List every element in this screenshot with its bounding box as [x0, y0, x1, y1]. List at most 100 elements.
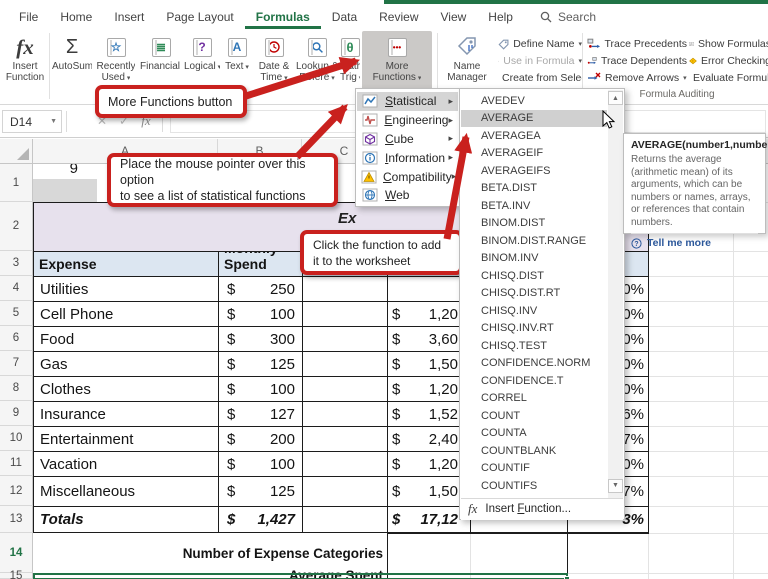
cell-totals-monthly[interactable]: $1,427	[218, 506, 303, 534]
ribbon-button-autosum[interactable]: ΣAutoSum ▾	[52, 31, 92, 99]
menu-item-engineering[interactable]: Engineering▸	[357, 111, 458, 130]
menu-item-web[interactable]: Web	[357, 186, 458, 205]
function-item-countifs[interactable]: COUNTIFS	[461, 477, 607, 495]
function-item-countif[interactable]: COUNTIF	[461, 460, 607, 478]
tab-page-layout[interactable]: Page Layout	[155, 6, 244, 29]
ribbon-button-date-&-time[interactable]: Date &Time ▾	[254, 31, 294, 99]
header-cell-monthly-spend[interactable]: MonthlySpend	[218, 251, 303, 277]
row-header-14[interactable]: 14	[0, 533, 33, 573]
cell-percent-of-total[interactable]	[302, 376, 388, 402]
ribbon-item-define-name[interactable]: Define Name▾	[498, 36, 582, 52]
cell-percent-of-total[interactable]	[302, 276, 388, 302]
ribbon-item-trace-precedents[interactable]: Trace Precedents	[587, 36, 687, 52]
ribbon-item-error-checking[interactable]: !Error Checking	[689, 53, 768, 69]
row-header-15[interactable]: 15	[0, 573, 33, 579]
ribbon-item-create-from-selection[interactable]: Create from Selection	[498, 70, 582, 86]
menu-item-statistical[interactable]: Statistical▸	[357, 92, 458, 111]
function-item-averageif[interactable]: AVERAGEIF	[461, 145, 607, 163]
menu-item-compatibility[interactable]: Compatibility▸	[357, 167, 458, 186]
function-item-chisq.dist[interactable]: CHISQ.DIST	[461, 267, 607, 285]
function-item-countblank[interactable]: COUNTBLANK	[461, 442, 607, 460]
row-header-8[interactable]: 8	[0, 376, 33, 401]
cell-percent-of-total[interactable]	[302, 426, 388, 452]
tab-data[interactable]: Data	[321, 6, 368, 29]
cell-monthly-spend[interactable]: $125	[218, 351, 303, 377]
function-item-chisq.inv[interactable]: CHISQ.INV	[461, 302, 607, 320]
row-header-1[interactable]: 1	[0, 164, 33, 202]
row-header-4[interactable]: 4	[0, 276, 33, 301]
cell-expense-name[interactable]: Food	[33, 326, 219, 352]
menu-item-insert-function[interactable]: fxInsert Function...	[461, 498, 623, 520]
tab-view[interactable]: View	[430, 6, 478, 29]
cell-monthly-spend[interactable]: $125	[218, 476, 303, 507]
sheet-corner[interactable]	[0, 139, 33, 164]
function-item-beta.dist[interactable]: BETA.DIST	[461, 180, 607, 198]
cell-hidden[interactable]	[302, 506, 388, 534]
function-item-binom.dist.range[interactable]: BINOM.DIST.RANGE	[461, 232, 607, 250]
function-item-count[interactable]: COUNT	[461, 407, 607, 425]
menu-item-information[interactable]: Information▸	[357, 148, 458, 167]
cell-summary-label-13[interactable]: Number of Expense Categories	[33, 533, 388, 573]
cell-totals-label[interactable]: Totals	[33, 506, 219, 534]
tell-me-more-link[interactable]: ? Tell me more	[631, 237, 758, 249]
scroll-down-button[interactable]: ▼	[608, 479, 623, 493]
ribbon-button-insert-function[interactable]: fxInsertFunction	[3, 31, 47, 99]
cell-percent-of-total[interactable]	[302, 326, 388, 352]
search-input[interactable]: Search	[540, 10, 596, 29]
scrollbar-track[interactable]	[608, 90, 623, 498]
cell-monthly-spend[interactable]: $200	[218, 426, 303, 452]
function-item-binom.dist[interactable]: BINOM.DIST	[461, 215, 607, 233]
function-item-chisq.test[interactable]: CHISQ.TEST	[461, 337, 607, 355]
function-item-confidence.t[interactable]: CONFIDENCE.T	[461, 372, 607, 390]
cell-percent-of-total[interactable]	[302, 301, 388, 327]
ribbon-item-evaluate-formula[interactable]: fxEvaluate Formula	[689, 70, 768, 86]
chevron-down-icon[interactable]: ▼	[50, 118, 57, 125]
function-item-beta.inv[interactable]: BETA.INV	[461, 197, 607, 215]
ribbon-item-trace-dependents[interactable]: Trace Dependents	[587, 53, 687, 69]
cell-percent-of-total[interactable]	[302, 401, 388, 427]
cell-expense-name[interactable]: Gas	[33, 351, 219, 377]
ribbon-item-use-in-formula[interactable]: Use in Formula▾	[498, 53, 582, 69]
tab-file[interactable]: File	[8, 6, 49, 29]
cell-expense-name[interactable]: Cell Phone	[33, 301, 219, 327]
cell-expense-name[interactable]: Entertainment	[33, 426, 219, 452]
row-header-12[interactable]: 12	[0, 476, 33, 506]
function-item-binom.inv[interactable]: BINOM.INV	[461, 250, 607, 268]
row-header-5[interactable]: 5	[0, 301, 33, 326]
function-item-chisq.dist.rt[interactable]: CHISQ.DIST.RT	[461, 285, 607, 303]
row-header-6[interactable]: 6	[0, 326, 33, 351]
ribbon-item-remove-arrows[interactable]: Remove Arrows▾	[587, 70, 687, 86]
cell-monthly-spend[interactable]: $300	[218, 326, 303, 352]
ribbon-button-lookup-&-refere[interactable]: Lookup &Refere ▾	[296, 31, 338, 99]
tab-formulas[interactable]: Formulas	[245, 6, 321, 29]
name-box[interactable]: D14 ▼	[2, 110, 62, 133]
row-header-2[interactable]: 2	[0, 202, 33, 251]
scroll-up-button[interactable]: ▲	[608, 91, 623, 105]
row-header-10[interactable]: 10	[0, 426, 33, 451]
cell-percent-of-total[interactable]	[302, 451, 388, 477]
row-header-3[interactable]: 3	[0, 251, 33, 276]
function-item-averagea[interactable]: AVERAGEA	[461, 127, 607, 145]
function-item-chisq.inv.rt[interactable]: CHISQ.INV.RT	[461, 320, 607, 338]
header-cell-expense[interactable]: Expense	[33, 251, 219, 277]
function-item-counta[interactable]: COUNTA	[461, 425, 607, 443]
cell-monthly-spend[interactable]: $250	[218, 276, 303, 302]
tab-insert[interactable]: Insert	[103, 6, 155, 29]
cell-expense-name[interactable]: Utilities	[33, 276, 219, 302]
row-header-13[interactable]: 13	[0, 506, 33, 533]
cell-expense-name[interactable]: Insurance	[33, 401, 219, 427]
function-item-correl[interactable]: CORREL	[461, 390, 607, 408]
cell-monthly-spend[interactable]: $127	[218, 401, 303, 427]
function-item-average[interactable]: AVERAGE	[461, 110, 607, 128]
cell-monthly-spend[interactable]: $100	[218, 376, 303, 402]
row-header-11[interactable]: 11	[0, 451, 33, 476]
cell-expense-name[interactable]: Miscellaneous	[33, 476, 219, 507]
cell-monthly-spend[interactable]: $100	[218, 301, 303, 327]
function-item-confidence.norm[interactable]: CONFIDENCE.NORM	[461, 355, 607, 373]
menu-item-cube[interactable]: Cube▸	[357, 130, 458, 149]
tab-help[interactable]: Help	[477, 6, 524, 29]
cell-expense-name[interactable]: Clothes	[33, 376, 219, 402]
cell-percent-of-total[interactable]	[302, 476, 388, 507]
ribbon-item-show-formulas[interactable]: fxShow Formulas	[689, 36, 768, 52]
function-item-avedev[interactable]: AVEDEV	[461, 92, 607, 110]
